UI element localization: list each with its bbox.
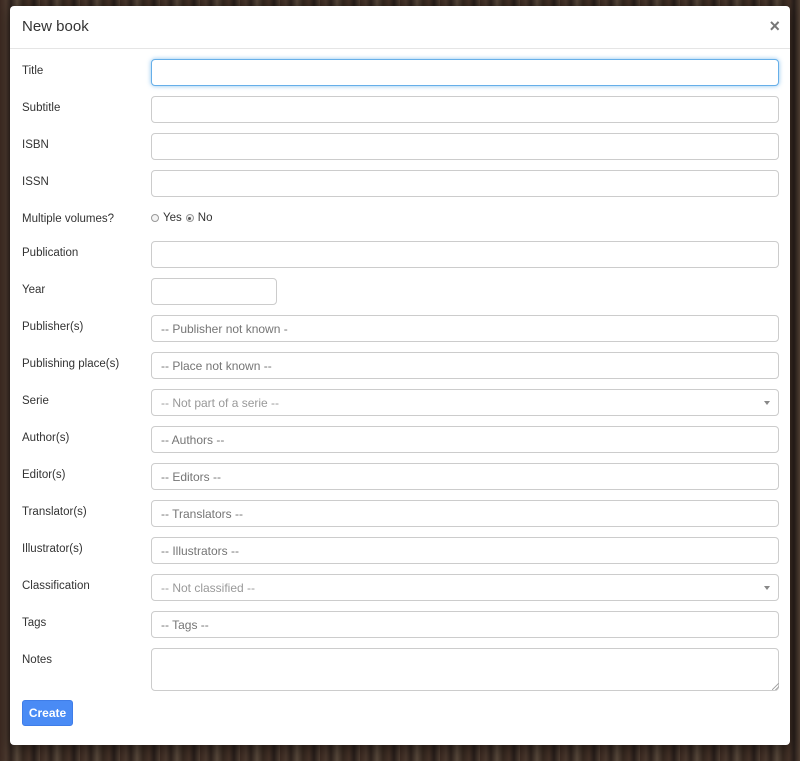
radio-no[interactable]: [185, 214, 194, 222]
editors-input[interactable]: [151, 463, 779, 490]
classification-select-value: -- Not classified --: [161, 580, 256, 595]
row-classification: Classification -- Not classified --: [10, 574, 790, 611]
radio-yes-label[interactable]: Yes: [163, 212, 182, 224]
serie-label: Serie: [22, 395, 49, 407]
caret-down-icon: [764, 585, 770, 590]
row-illustrators: Illustrator(s): [10, 537, 790, 574]
row-title: Title: [10, 59, 790, 96]
notes-label: Notes: [22, 654, 53, 666]
row-editors: Editor(s): [10, 463, 790, 500]
illustrators-input[interactable]: [151, 537, 779, 564]
isbn-input[interactable]: [151, 133, 779, 160]
row-subtitle: Subtitle: [10, 96, 790, 133]
translators-label: Translator(s): [22, 506, 87, 518]
subtitle-label: Subtitle: [22, 102, 61, 114]
row-publication: Publication: [10, 241, 790, 278]
illustrators-label: Illustrator(s): [22, 543, 83, 555]
publishing-places-label: Publishing place(s): [22, 358, 120, 370]
row-isbn: ISBN: [10, 133, 790, 170]
publishers-input[interactable]: [151, 315, 779, 342]
multiple-volumes-label: Multiple volumes?: [22, 213, 115, 225]
editors-label: Editor(s): [22, 469, 66, 481]
book-form: Title Subtitle ISBN ISSN Multiple volume…: [10, 49, 790, 696]
modal-title: New book: [22, 18, 89, 35]
classification-select[interactable]: -- Not classified --: [151, 574, 779, 601]
row-publishing-places: Publishing place(s): [10, 352, 790, 389]
issn-label: ISSN: [22, 176, 49, 188]
title-input[interactable]: [151, 59, 779, 86]
caret-down-icon: [764, 400, 770, 405]
row-issn: ISSN: [10, 170, 790, 207]
row-serie: Serie -- Not part of a serie --: [10, 389, 790, 426]
issn-input[interactable]: [151, 170, 779, 197]
tags-input[interactable]: [151, 611, 779, 638]
serie-select[interactable]: -- Not part of a serie --: [151, 389, 779, 416]
translators-input[interactable]: [151, 500, 779, 527]
publishers-label: Publisher(s): [22, 321, 84, 333]
new-book-modal: New book × Title Subtitle ISBN ISSN Mult…: [10, 6, 790, 745]
title-label: Title: [22, 65, 44, 77]
authors-input[interactable]: [151, 426, 779, 453]
row-year: Year: [10, 278, 790, 315]
row-translators: Translator(s): [10, 500, 790, 537]
authors-label: Author(s): [22, 432, 70, 444]
year-label: Year: [22, 284, 46, 296]
close-icon[interactable]: ×: [769, 15, 780, 37]
tags-label: Tags: [22, 617, 47, 629]
notes-textarea[interactable]: [151, 648, 779, 691]
radio-yes[interactable]: [151, 214, 159, 222]
row-multiple-volumes: Multiple volumes? Yes No: [10, 207, 790, 241]
publication-label: Publication: [22, 247, 79, 259]
isbn-label: ISBN: [22, 139, 49, 151]
classification-label: Classification: [22, 580, 90, 592]
publication-input[interactable]: [151, 241, 779, 268]
serie-select-value: -- Not part of a serie --: [161, 395, 280, 410]
year-input[interactable]: [151, 278, 277, 305]
modal-header: New book ×: [10, 6, 790, 49]
row-publishers: Publisher(s): [10, 315, 790, 352]
multiple-volumes-radio-group: Yes No: [151, 212, 216, 224]
resize-grip-icon[interactable]: [772, 683, 779, 690]
publishing-places-input[interactable]: [151, 352, 779, 379]
row-tags: Tags: [10, 611, 790, 648]
row-notes: Notes: [10, 648, 790, 696]
create-button[interactable]: Create: [22, 700, 73, 726]
subtitle-input[interactable]: [151, 96, 779, 123]
row-authors: Author(s): [10, 426, 790, 463]
radio-no-label[interactable]: No: [198, 212, 213, 224]
